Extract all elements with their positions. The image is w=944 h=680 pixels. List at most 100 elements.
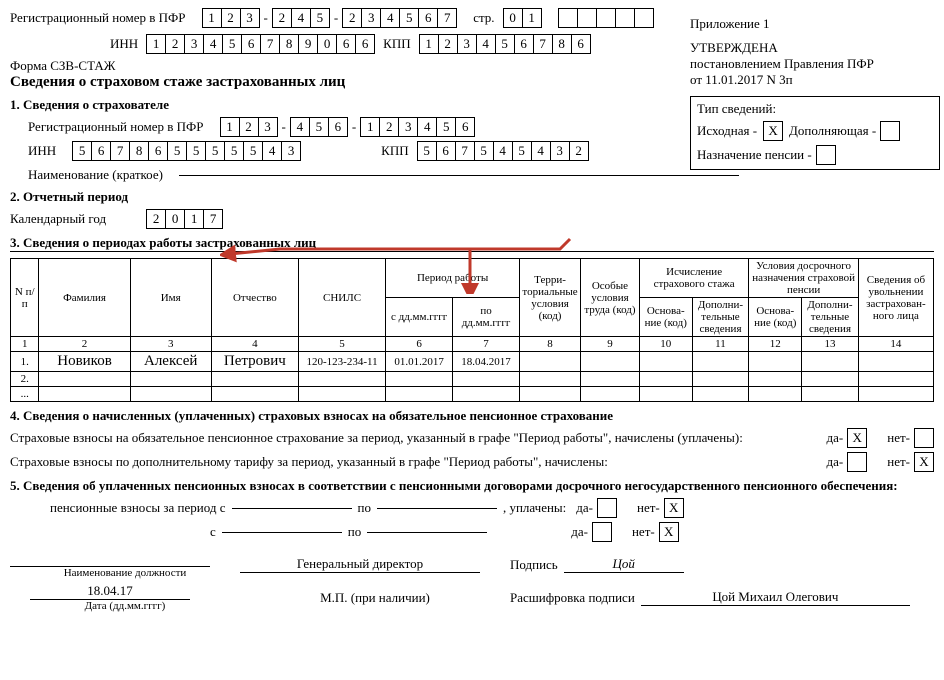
h-patronymic: Отчество (211, 259, 298, 337)
sec1-name-value[interactable] (179, 175, 739, 176)
reg-p2: 245 (272, 8, 330, 28)
initial-label: Исходная - (697, 123, 757, 139)
position-label: Наименование должности (10, 567, 240, 579)
supplement-checkbox[interactable] (880, 121, 900, 141)
h-to: по дд.мм.гггг (453, 298, 520, 337)
digit-box: 3 (550, 141, 570, 161)
digit-box: 4 (262, 141, 282, 161)
sec5-r1-da[interactable] (597, 498, 617, 518)
digit-box: 8 (279, 34, 299, 54)
digit-box: 2 (569, 141, 589, 161)
stamp-label: М.П. (при наличии) (320, 590, 430, 605)
digit-box: 4 (493, 141, 513, 161)
sec1-reg-p2: 456 (290, 117, 348, 137)
digit-box: 5 (310, 8, 330, 28)
sec2-title: 2. Отчетный период (10, 189, 934, 205)
sign-value: Цой (564, 556, 684, 573)
digit-box: 6 (148, 141, 168, 161)
initial-checkbox[interactable]: X (763, 121, 783, 141)
sec4-r1-net[interactable] (914, 428, 934, 448)
h-surname: Фамилия (39, 259, 130, 337)
digit-box: 4 (531, 141, 551, 161)
digit-box: 3 (457, 34, 477, 54)
digit-box: 2 (379, 117, 399, 137)
h-special: Особые условия труда (код) (581, 259, 640, 337)
sec4-title: 4. Сведения о начисленных (уплаченных) с… (10, 408, 934, 424)
period1-from[interactable] (232, 508, 352, 509)
period1-to[interactable] (377, 508, 497, 509)
digit-box: 6 (571, 34, 591, 54)
sec1-reg-p3: 123456 (360, 117, 475, 137)
sec5-r2-da[interactable] (592, 522, 612, 542)
h-dismiss: Сведения об увольнении застрахован- ного… (858, 259, 933, 337)
digit-box: 7 (110, 141, 130, 161)
h-num: N п/п (11, 259, 39, 337)
year-boxes: 2017 (146, 209, 223, 229)
digit-box (558, 8, 578, 28)
pension-checkbox[interactable] (816, 145, 836, 165)
position-value (10, 550, 210, 567)
h-terr: Терри- ториальные условия (код) (520, 259, 581, 337)
position-val: Генеральный директор (240, 556, 480, 573)
digit-box: 2 (438, 34, 458, 54)
digit-box: 2 (165, 34, 185, 54)
digit-box: 8 (129, 141, 149, 161)
sec5-r1-net[interactable]: X (664, 498, 684, 518)
digit-box: 6 (91, 141, 111, 161)
digit-box: 4 (291, 8, 311, 28)
digit-box: 1 (146, 34, 166, 54)
digit-box: 7 (203, 209, 223, 229)
sec3-title: 3. Сведения о периодах работы застрахова… (10, 235, 934, 252)
pension-label: Назначение пенсии - (697, 147, 812, 163)
periods-table: N п/п Фамилия Имя Отчество СНИЛС Период … (10, 258, 934, 402)
digit-box: 7 (437, 8, 457, 28)
digit-box: 3 (281, 141, 301, 161)
sec5-r2-net[interactable]: X (659, 522, 679, 542)
sec1-reg-p1: 123 (220, 117, 278, 137)
digit-box: 6 (455, 117, 475, 137)
digit-box: 5 (224, 141, 244, 161)
digit-box: 3 (240, 8, 260, 28)
appendix: Приложение 1 (690, 16, 940, 32)
sec1-kpp-label: КПП (381, 143, 408, 159)
supplement-label: Дополняющая - (789, 123, 876, 139)
year-label: Календарный год (10, 211, 106, 227)
digit-box: 3 (258, 117, 278, 137)
period2-to[interactable] (367, 532, 487, 533)
digit-box: 5 (436, 117, 456, 137)
sec1-inn-label: ИНН (28, 143, 56, 159)
colnum-row: 1234567891011121314 (11, 337, 934, 352)
kpp-label: КПП (383, 36, 410, 52)
digit-box: 6 (355, 34, 375, 54)
digit-box: 5 (495, 34, 515, 54)
digit-box: 3 (398, 117, 418, 137)
digit-box: 5 (167, 141, 187, 161)
digit-box: 0 (165, 209, 185, 229)
digit-box: 5 (512, 141, 532, 161)
period2-from[interactable] (222, 532, 342, 533)
digit-box: 1 (419, 34, 439, 54)
digit-box: 7 (260, 34, 280, 54)
h-name: Имя (130, 259, 211, 337)
extra-boxes (558, 8, 654, 28)
digit-box: 3 (361, 8, 381, 28)
sec4-line2: Страховые взносы по дополнительному тари… (10, 454, 608, 470)
h-addinfo2: Дополни- тельные сведения (802, 298, 859, 337)
sec4-r1-da[interactable]: X (847, 428, 867, 448)
digit-box: 6 (514, 34, 534, 54)
digit-box: 1 (522, 8, 542, 28)
paid-label: , уплачены: (503, 500, 566, 516)
digit-box: 6 (328, 117, 348, 137)
digit-box: 6 (336, 34, 356, 54)
digit-box: 4 (417, 117, 437, 137)
h-early: Условия досрочного назначения страховой … (749, 259, 859, 298)
da-lbl: да- (827, 430, 844, 446)
digit-box: 7 (533, 34, 553, 54)
digit-box (634, 8, 654, 28)
digit-box: 1 (220, 117, 240, 137)
sec1-kpp: 567545432 (417, 141, 589, 161)
sec4-r2-net[interactable]: X (914, 452, 934, 472)
digit-box: 7 (455, 141, 475, 161)
sec4-r2-da[interactable] (847, 452, 867, 472)
sec1-inn: 567865555543 (72, 141, 301, 161)
